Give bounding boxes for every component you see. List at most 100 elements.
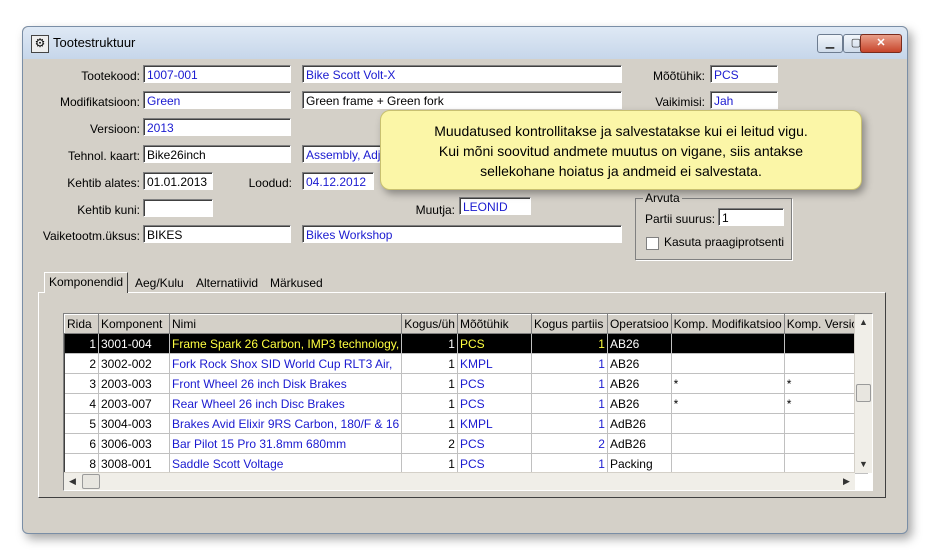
tootekood-name-field[interactable]: Bike Scott Volt-X (302, 65, 622, 83)
title-bar[interactable]: ⚙ Tootestruktuur ▁ ▢ ✕ (23, 27, 907, 59)
vaiketootm-field[interactable]: BIKES (143, 225, 291, 243)
partii-suurus-field[interactable]: 1 (718, 208, 784, 226)
cell-nimi[interactable]: Bar Pilot 15 Pro 31.8mm 680mm (169, 433, 403, 454)
cell-komponent[interactable]: 2003-007 (98, 393, 170, 414)
tab-aeg-kulu[interactable]: Aeg/Kulu (131, 274, 188, 292)
cell-mod[interactable] (671, 333, 785, 354)
kehtib-kuni-field[interactable] (143, 199, 213, 217)
table-row[interactable]: 2 3002-002 Fork Rock Shox SID World Cup RL… (64, 353, 868, 374)
tab-alternatiivid[interactable]: Alternatiivid (192, 274, 262, 292)
modifikatsioon-desc-field[interactable]: Green frame + Green fork (302, 91, 622, 109)
cell-rida[interactable]: 3 (64, 373, 99, 394)
cell-rida[interactable]: 6 (64, 433, 99, 454)
horizontal-scroll-thumb[interactable] (82, 474, 100, 489)
cell-uhik[interactable]: PCS (457, 433, 532, 454)
table-row[interactable]: 8 3008-001 Saddle Scott Voltage 1 PCS 1 Packin… (64, 453, 868, 474)
table-row[interactable]: 4 2003-007 Rear Wheel 26 inch Disc Brakes 1… (64, 393, 868, 414)
cell-uhik[interactable]: KMPL (457, 413, 532, 434)
cell-nimi[interactable]: Saddle Scott Voltage (169, 453, 403, 474)
cell-kogus[interactable]: 1 (401, 333, 458, 354)
table-row[interactable]: 3 2003-003 Front Wheel 26 inch Disk Brakes… (64, 373, 868, 394)
scroll-left-icon[interactable]: ◀ (64, 473, 81, 490)
cell-partii[interactable]: 1 (531, 333, 608, 354)
cell-kogus[interactable]: 1 (401, 393, 458, 414)
cell-partii[interactable]: 1 (531, 453, 608, 474)
col-header-nimi[interactable]: Nimi (168, 314, 403, 334)
cell-mod[interactable] (671, 413, 785, 434)
cell-partii[interactable]: 2 (531, 433, 608, 454)
cell-komponent[interactable]: 3008-001 (98, 453, 170, 474)
scroll-right-icon[interactable]: ▶ (838, 473, 855, 490)
cell-kogus[interactable]: 1 (401, 353, 458, 374)
cell-nimi[interactable]: Brakes Avid Elixir 9RS Carbon, 180/F & 1… (169, 413, 403, 434)
cell-mod[interactable] (671, 453, 785, 474)
tehnol-kaart-field[interactable]: Bike26inch (143, 145, 291, 163)
kehtib-alates-field[interactable]: 01.01.2013 (143, 172, 213, 190)
cell-rida[interactable]: 4 (64, 393, 99, 414)
cell-oper[interactable]: AB26 (607, 393, 672, 414)
scroll-down-icon[interactable]: ▼ (855, 456, 872, 473)
kasuta-praagiprotsenti-checkbox[interactable] (646, 237, 659, 250)
col-header-mootuhik[interactable]: Mõõtühik (456, 314, 532, 334)
tab-markused[interactable]: Märkused (266, 274, 327, 292)
vaikimisi-field[interactable]: Jah (710, 91, 778, 109)
cell-nimi[interactable]: Front Wheel 26 inch Disk Brakes (169, 373, 403, 394)
cell-mod[interactable] (671, 433, 785, 454)
cell-kogus[interactable]: 1 (401, 413, 458, 434)
cell-uhik[interactable]: PCS (457, 333, 532, 354)
tab-komponendid[interactable]: Komponendid (44, 272, 129, 293)
cell-partii[interactable]: 1 (531, 393, 608, 414)
cell-oper[interactable]: AdB26 (607, 433, 672, 454)
cell-komponent[interactable]: 3004-003 (98, 413, 170, 434)
cell-oper[interactable]: AdB26 (607, 413, 672, 434)
cell-komponent[interactable]: 3002-002 (98, 353, 170, 374)
grid-vertical-scrollbar[interactable]: ▲ ▼ (854, 314, 872, 473)
muutja-field[interactable]: LEONID (459, 197, 531, 215)
col-header-komponent[interactable]: Komponent (98, 314, 170, 334)
col-header-operatsioon[interactable]: Operatsioo (606, 314, 672, 334)
modifikatsioon-field[interactable]: Green (143, 91, 291, 109)
minimize-button[interactable]: ▁ (817, 34, 843, 53)
cell-nimi[interactable]: Rear Wheel 26 inch Disc Brakes (169, 393, 403, 414)
scroll-up-icon[interactable]: ▲ (855, 314, 872, 331)
cell-mod[interactable] (671, 353, 785, 374)
cell-partii[interactable]: 1 (531, 373, 608, 394)
table-row[interactable]: 1 3001-004 Frame Spark 26 Carbon, IMP3 tec… (64, 333, 868, 354)
cell-kogus[interactable]: 2 (401, 433, 458, 454)
close-button[interactable]: ✕ (860, 34, 902, 53)
tootekood-field[interactable]: 1007-001 (143, 65, 291, 83)
cell-rida[interactable]: 1 (64, 333, 99, 354)
cell-rida[interactable]: 5 (64, 413, 99, 434)
col-header-komp-modifikatsioon[interactable]: Komp. Modifikatsioo (670, 314, 785, 334)
col-header-rida[interactable]: Rida (64, 314, 99, 334)
cell-rida[interactable]: 8 (64, 453, 99, 474)
loodud-field[interactable]: 04.12.2012 (302, 172, 374, 190)
vaiketootm-desc-field[interactable]: Bikes Workshop (302, 225, 622, 243)
grid-horizontal-scrollbar[interactable]: ◀ ▶ (64, 472, 855, 490)
cell-nimi[interactable]: Frame Spark 26 Carbon, IMP3 technology, (169, 333, 403, 354)
cell-komponent[interactable]: 2003-003 (98, 373, 170, 394)
cell-komponent[interactable]: 3006-003 (98, 433, 170, 454)
cell-uhik[interactable]: PCS (457, 453, 532, 474)
cell-rida[interactable]: 2 (64, 353, 99, 374)
components-grid[interactable]: Rida Komponent Nimi Kogus/üh Mõõtühik Ko… (63, 313, 873, 491)
cell-uhik[interactable]: PCS (457, 393, 532, 414)
table-row[interactable]: 5 3004-003 Brakes Avid Elixir 9RS Carbon, … (64, 413, 868, 434)
table-row[interactable]: 6 3006-003 Bar Pilot 15 Pro 31.8mm 680mm 2 P… (64, 433, 868, 454)
cell-nimi[interactable]: Fork Rock Shox SID World Cup RLT3 Air, (169, 353, 403, 374)
vertical-scroll-thumb[interactable] (856, 384, 871, 402)
cell-mod[interactable]: * (671, 373, 785, 394)
cell-uhik[interactable]: KMPL (457, 353, 532, 374)
cell-oper[interactable]: Packing (607, 453, 672, 474)
cell-partii[interactable]: 1 (531, 413, 608, 434)
cell-oper[interactable]: AB26 (607, 353, 672, 374)
cell-partii[interactable]: 1 (531, 353, 608, 374)
cell-oper[interactable]: AB26 (607, 373, 672, 394)
cell-oper[interactable]: AB26 (607, 333, 672, 354)
mootuhik-field[interactable]: PCS (710, 65, 778, 83)
col-header-kogus[interactable]: Kogus/üh (401, 314, 458, 334)
col-header-kogus-partiis[interactable]: Kogus partiis (530, 314, 608, 334)
cell-komponent[interactable]: 3001-004 (98, 333, 170, 354)
versioon-field[interactable]: 2013 (143, 118, 291, 136)
cell-kogus[interactable]: 1 (401, 453, 458, 474)
